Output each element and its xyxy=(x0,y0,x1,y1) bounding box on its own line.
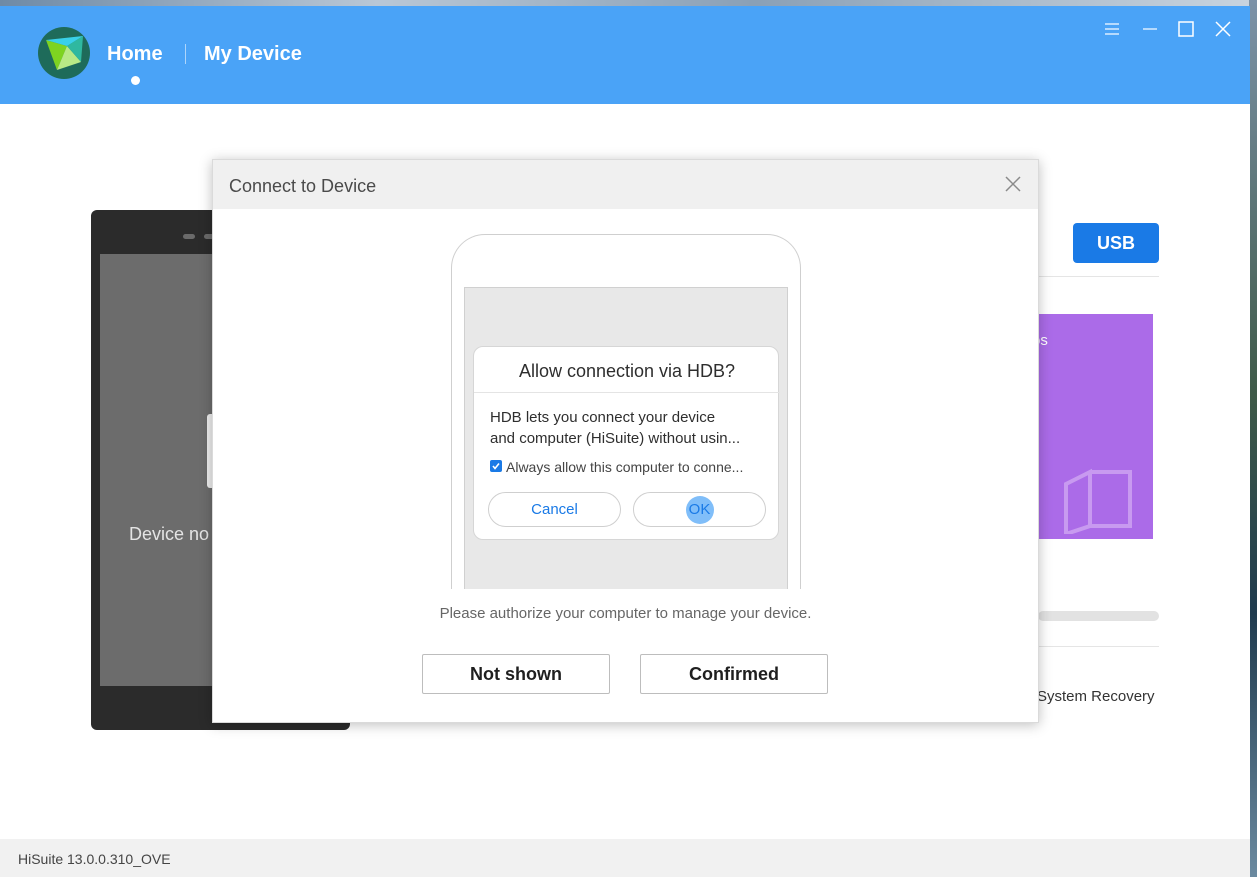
active-tab-indicator xyxy=(131,76,140,85)
usb-button[interactable]: USB xyxy=(1073,223,1159,263)
hdb-cancel-button: Cancel xyxy=(488,492,621,527)
divider xyxy=(1038,276,1159,277)
checkbox-checked-icon xyxy=(490,460,502,472)
hdb-ok-label: OK xyxy=(688,501,711,518)
desktop-wallpaper-right xyxy=(1249,0,1257,877)
menu-icon[interactable] xyxy=(1101,18,1123,40)
nav-tab-my-device[interactable]: My Device xyxy=(204,43,302,66)
progress-bar xyxy=(1038,611,1159,621)
minimize-icon[interactable] xyxy=(1139,18,1161,40)
dialog-title: Connect to Device xyxy=(229,176,377,196)
hdb-body-line: HDB lets you connect your device xyxy=(490,409,716,426)
dialog-close-icon[interactable] xyxy=(1003,174,1023,194)
system-recovery-link[interactable]: System Recovery xyxy=(1037,688,1155,705)
connect-to-device-dialog: Connect to Device Allow connection via H… xyxy=(212,159,1039,723)
maximize-icon[interactable] xyxy=(1175,18,1197,40)
divider xyxy=(1038,646,1159,647)
feature-card-label: os xyxy=(1038,332,1048,349)
feature-card[interactable]: os xyxy=(1038,314,1153,539)
title-bar: Home My Device xyxy=(0,6,1250,104)
hdb-permission-dialog: Allow connection via HDB? HDB lets you c… xyxy=(473,346,780,540)
not-shown-button[interactable]: Not shown xyxy=(422,654,610,694)
nav-tab-home[interactable]: Home xyxy=(107,43,163,66)
hdb-dialog-body: HDB lets you connect your device and com… xyxy=(490,407,772,449)
version-label: HiSuite 13.0.0.310_OVE xyxy=(18,851,171,867)
device-status-text: Device no xyxy=(129,524,210,544)
dialog-header: Connect to Device xyxy=(213,160,1038,209)
phone-illustration-screen: Allow connection via HDB? HDB lets you c… xyxy=(464,287,788,589)
hisuite-logo-icon xyxy=(37,26,91,80)
hisuite-window: Home My Device Device no USB os xyxy=(0,6,1250,877)
hdb-ok-button: OK xyxy=(633,492,766,527)
phone-speaker xyxy=(183,234,195,239)
nav-separator xyxy=(185,44,186,64)
hdb-body-line: and computer (HiSuite) without usin... xyxy=(490,430,741,447)
authorize-instruction: Please authorize your computer to manage… xyxy=(439,605,812,622)
status-bar: HiSuite 13.0.0.310_OVE xyxy=(0,839,1250,877)
divider xyxy=(474,392,780,393)
folder-icon xyxy=(1064,468,1132,534)
confirmed-button[interactable]: Confirmed xyxy=(640,654,828,694)
hdb-checkbox-label: Always allow this computer to conne... xyxy=(506,459,744,475)
phone-illustration: Allow connection via HDB? HDB lets you c… xyxy=(451,234,801,589)
close-icon[interactable] xyxy=(1212,18,1234,40)
hdb-dialog-title: Allow connection via HDB? xyxy=(518,361,736,381)
